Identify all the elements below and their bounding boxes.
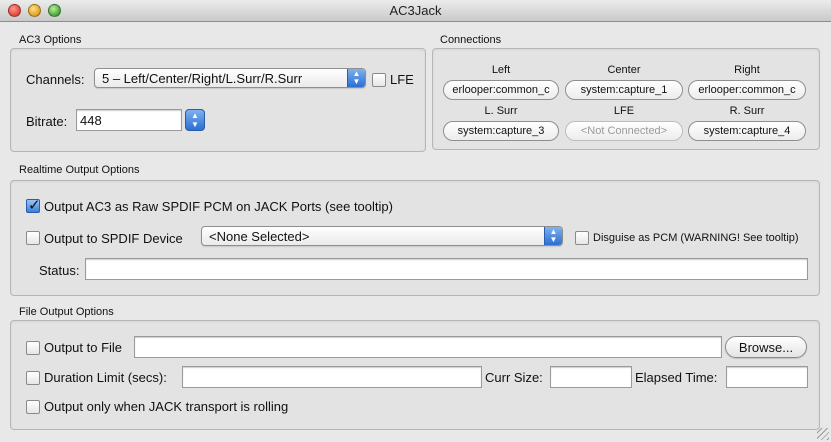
center-header: Center [607,64,641,76]
right-header: Right [734,64,760,76]
elapsed-time-field [726,366,808,388]
window-title: AC3Jack [389,3,442,18]
raw-spdif-checkbox[interactable] [26,196,41,214]
elapsed-time-label: Elapsed Time: [635,370,718,385]
spdif-device-popup[interactable]: <None Selected> ▲ ▼ [201,226,563,246]
popup-arrows-icon: ▲ ▼ [347,69,365,87]
raw-spdif-label: Output AC3 as Raw SPDIF PCM on JACK Port… [44,199,393,214]
lfe-checkbox[interactable] [372,73,386,87]
lfe-header: LFE [613,105,635,117]
duration-limit-label: Duration Limit (secs): [44,370,167,385]
duration-limit-checkbox[interactable] [26,371,40,385]
ac3-options-group [10,48,426,152]
spdif-device-checkbox[interactable] [26,231,40,245]
bitrate-label: Bitrate: [26,114,68,129]
output-file-label: Output to File [44,340,123,355]
disguise-pcm-checkbox[interactable] [575,231,589,245]
status-field [85,258,808,280]
lsurr-header: L. Surr [484,105,518,117]
status-label: Status: [39,263,80,278]
left-header: Left [491,64,511,76]
curr-size-label: Curr Size: [485,370,543,385]
channels-label: Channels: [26,72,85,87]
left-connection-button[interactable]: erlooper:common_c [443,80,559,100]
file-options-title: File Output Options [19,306,114,318]
spdif-device-label: Output to SPDIF Device [44,231,183,246]
rsurr-header: R. Surr [729,105,765,117]
bitrate-field[interactable]: 448 [76,109,182,131]
spdif-device-value: <None Selected> [209,229,310,244]
bitrate-stepper-icon[interactable]: ▲ ▼ [185,109,205,131]
connections-title: Connections [440,34,502,46]
lfe-label: LFE [390,72,414,87]
output-file-checkbox[interactable] [26,341,40,355]
channels-value: 5 – Left/Center/Right/L.Surr/R.Surr [102,71,303,86]
rsurr-connection-button[interactable]: system:capture_4 [688,121,806,141]
output-file-field[interactable] [134,336,722,358]
channels-popup[interactable]: 5 – Left/Center/Right/L.Surr/R.Surr ▲ ▼ [94,68,366,88]
rolling-only-checkbox[interactable] [26,400,40,414]
rolling-only-label: Output only when JACK transport is rolli… [44,399,289,414]
resize-grip-icon[interactable] [817,428,829,440]
curr-size-field [550,366,632,388]
right-connection-button[interactable]: erlooper:common_c [688,80,806,100]
ac3-options-title: AC3 Options [19,34,82,46]
disguise-pcm-label: Disguise as PCM (WARNING! See tooltip) [593,232,799,244]
duration-limit-field[interactable] [182,366,482,388]
lfe-connection-button[interactable]: <Not Connected> [565,121,683,141]
popup-arrows-icon: ▲ ▼ [544,227,562,245]
lsurr-connection-button[interactable]: system:capture_3 [443,121,559,141]
center-connection-button[interactable]: system:capture_1 [565,80,683,100]
title-bar: AC3Jack [0,0,831,22]
browse-button[interactable]: Browse... [725,336,807,358]
realtime-options-title: Realtime Output Options [19,164,140,176]
